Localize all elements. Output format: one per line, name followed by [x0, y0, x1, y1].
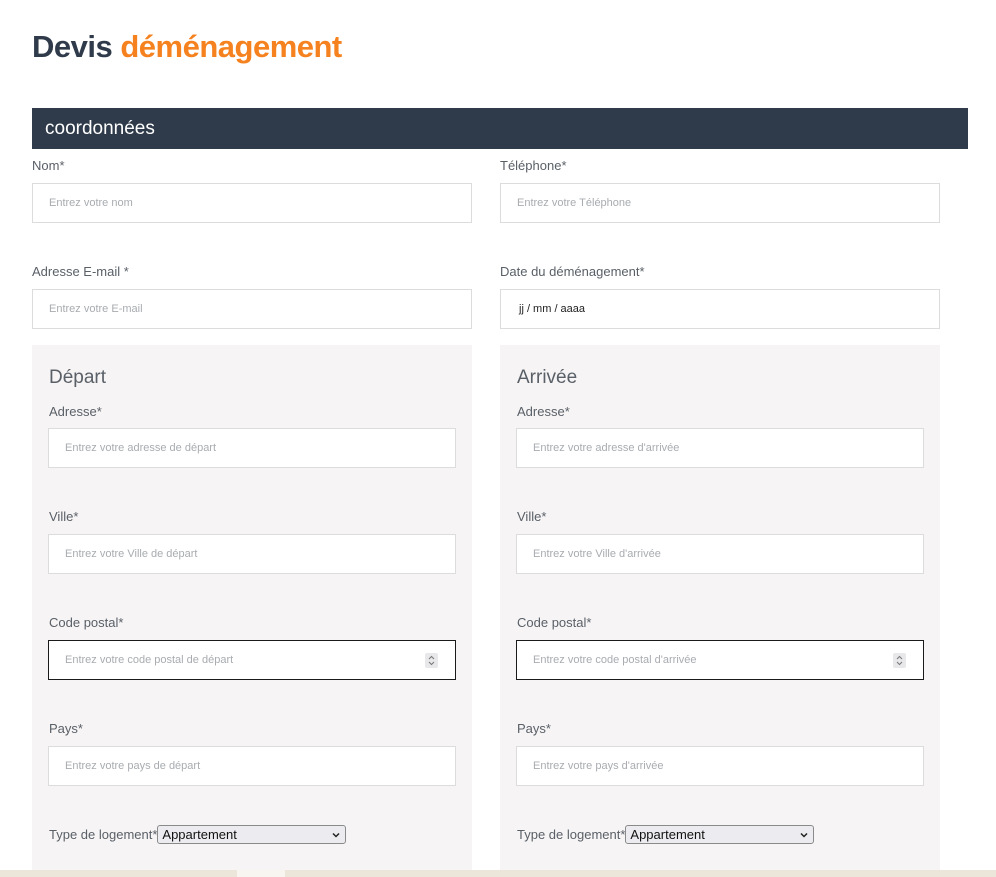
date-value: jj / mm / aaaa	[519, 303, 586, 315]
arrivee-adresse-placeholder: Entrez votre adresse d'arrivée	[533, 442, 680, 454]
email-input[interactable]: Entrez votre E-mail	[32, 289, 472, 329]
arrivee-logement-value: Appartement	[630, 827, 705, 842]
depart-ville-input[interactable]: Entrez votre Ville de départ	[48, 534, 456, 574]
nom-input[interactable]: Entrez votre nom	[32, 183, 472, 223]
bottom-band-notch	[237, 870, 285, 877]
section-header-coordonnees: coordonnées	[32, 108, 968, 149]
telephone-placeholder: Entrez votre Téléphone	[517, 197, 632, 209]
arrivee-adresse-label: Adresse*	[517, 404, 570, 419]
depart-pays-label: Pays*	[49, 721, 83, 736]
arrivee-pays-placeholder: Entrez votre pays d'arrivée	[533, 760, 664, 772]
arrivee-logement-select[interactable]: Appartement	[625, 825, 815, 844]
arrivee-title: Arrivée	[517, 367, 578, 388]
arrivee-code-postal-label: Code postal*	[517, 615, 592, 630]
depart-pays-input[interactable]: Entrez votre pays de départ	[48, 746, 456, 786]
arrivee-code-postal-spinner-icon[interactable]	[893, 653, 906, 668]
page-title-part1: Devis	[32, 29, 113, 64]
nom-label: Nom*	[32, 158, 65, 173]
depart-pays-placeholder: Entrez votre pays de départ	[65, 760, 201, 772]
telephone-label: Téléphone*	[500, 158, 567, 173]
arrivee-pays-input[interactable]: Entrez votre pays d'arrivée	[516, 746, 924, 786]
bottom-band	[0, 870, 996, 877]
date-input[interactable]: jj / mm / aaaa	[500, 289, 940, 329]
arrivee-panel: Arrivée Adresse* Entrez votre adresse d'…	[500, 345, 940, 877]
depart-logement-label: Type de logement*	[49, 827, 158, 842]
depart-title: Départ	[49, 367, 107, 388]
depart-ville-placeholder: Entrez votre Ville de départ	[65, 548, 198, 560]
arrivee-pays-label: Pays*	[517, 721, 551, 736]
depart-logement-value: Appartement	[162, 827, 237, 842]
arrivee-ville-placeholder: Entrez votre Ville d'arrivée	[533, 548, 661, 560]
arrivee-ville-label: Ville*	[517, 509, 547, 524]
depart-code-postal-spinner-icon[interactable]	[425, 653, 438, 668]
chevron-down-icon	[332, 832, 340, 838]
page-title: Devis déménagement	[32, 29, 342, 65]
depart-ville-label: Ville*	[49, 509, 79, 524]
depart-adresse-label: Adresse*	[49, 404, 102, 419]
arrivee-code-postal-input[interactable]: Entrez votre code postal d'arrivée	[516, 640, 924, 680]
depart-code-postal-input[interactable]: Entrez votre code postal de départ	[48, 640, 456, 680]
depart-logement-select[interactable]: Appartement	[157, 825, 347, 844]
arrivee-logement-row: Type de logement* Appartement	[517, 825, 815, 844]
email-label: Adresse E-mail *	[32, 264, 129, 279]
arrivee-logement-label: Type de logement*	[517, 827, 626, 842]
depart-code-postal-label: Code postal*	[49, 615, 124, 630]
chevron-down-icon	[800, 832, 808, 838]
depart-panel: Départ Adresse* Entrez votre adresse de …	[32, 345, 472, 877]
depart-code-postal-placeholder: Entrez votre code postal de départ	[65, 654, 234, 666]
depart-adresse-placeholder: Entrez votre adresse de départ	[65, 442, 217, 454]
depart-adresse-input[interactable]: Entrez votre adresse de départ	[48, 428, 456, 468]
telephone-input[interactable]: Entrez votre Téléphone	[500, 183, 940, 223]
arrivee-ville-input[interactable]: Entrez votre Ville d'arrivée	[516, 534, 924, 574]
arrivee-adresse-input[interactable]: Entrez votre adresse d'arrivée	[516, 428, 924, 468]
email-placeholder: Entrez votre E-mail	[49, 303, 143, 315]
date-label: Date du déménagement*	[500, 264, 645, 279]
nom-placeholder: Entrez votre nom	[49, 197, 133, 209]
arrivee-code-postal-placeholder: Entrez votre code postal d'arrivée	[533, 654, 697, 666]
depart-logement-row: Type de logement* Appartement	[49, 825, 347, 844]
page-title-part2: déménagement	[120, 29, 342, 64]
